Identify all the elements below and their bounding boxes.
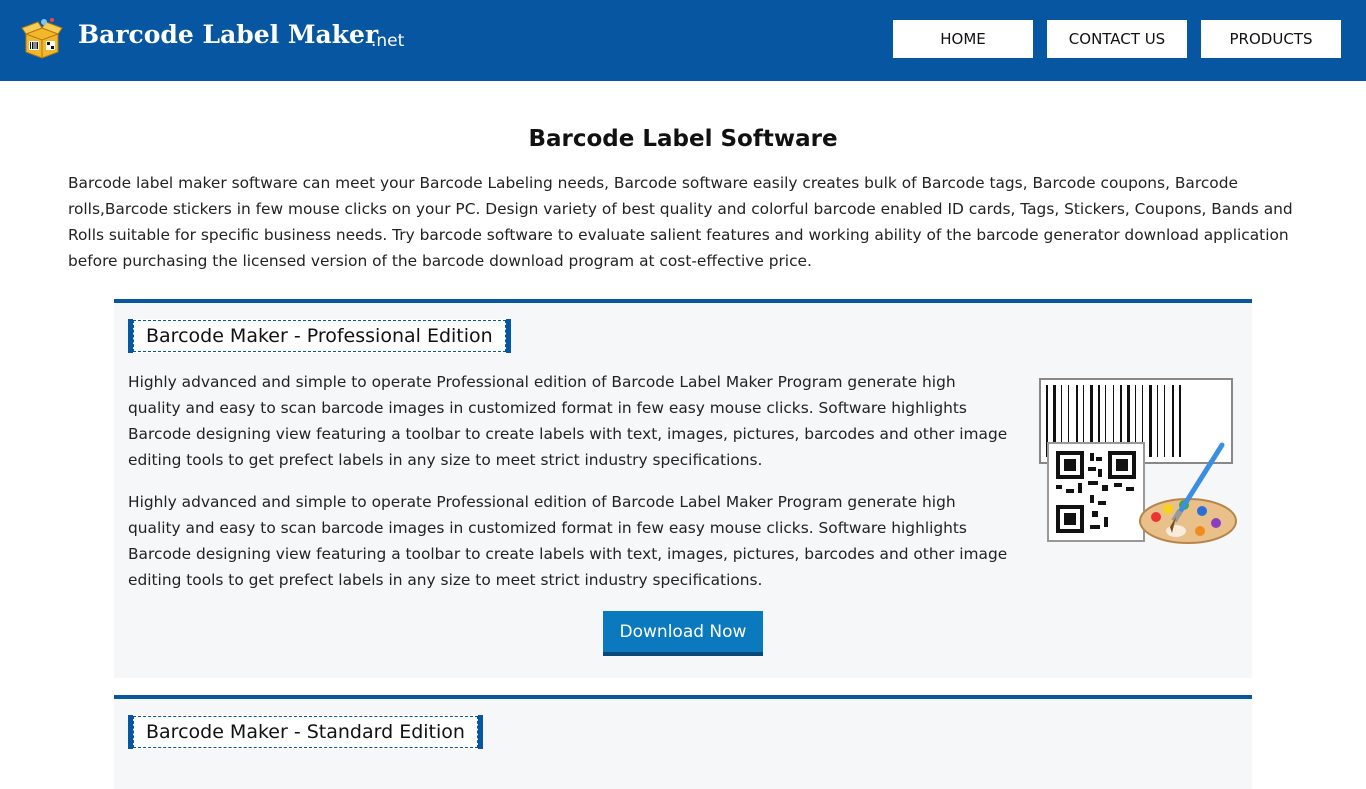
- product-description: Highly advanced and simple to operate Pr…: [128, 373, 1008, 469]
- product-heading-box: Barcode Maker - Professional Edition: [128, 319, 511, 353]
- nav-home-button[interactable]: HOME: [893, 20, 1033, 58]
- brand-name[interactable]: Barcode Label Maker: [78, 20, 378, 49]
- barcode-box-logo-icon[interactable]: [20, 16, 64, 60]
- site-header: Barcode Label Maker .net HOME CONTACT US…: [0, 0, 1366, 81]
- product-description: Highly advanced and simple to operate Pr…: [128, 493, 1008, 589]
- barcode-qr-palette-icon: [1039, 378, 1237, 544]
- product-heading[interactable]: Barcode Maker - Professional Edition: [133, 320, 506, 352]
- product-heading-box: Barcode Maker - Standard Edition: [128, 715, 483, 749]
- intro-paragraph: Barcode label maker software can meet yo…: [68, 174, 1293, 270]
- brand-tld[interactable]: .net: [371, 31, 404, 51]
- page-title: Barcode Label Software: [528, 126, 838, 152]
- product-heading[interactable]: Barcode Maker - Standard Edition: [133, 716, 478, 748]
- nav-products-button[interactable]: PRODUCTS: [1201, 20, 1341, 58]
- product-card-professional: Barcode Maker - Professional Edition Hig…: [114, 299, 1252, 678]
- nav-contact-button[interactable]: CONTACT US: [1047, 20, 1187, 58]
- product-card-standard: Barcode Maker - Standard Edition: [114, 695, 1252, 789]
- download-now-button[interactable]: Download Now: [603, 611, 763, 656]
